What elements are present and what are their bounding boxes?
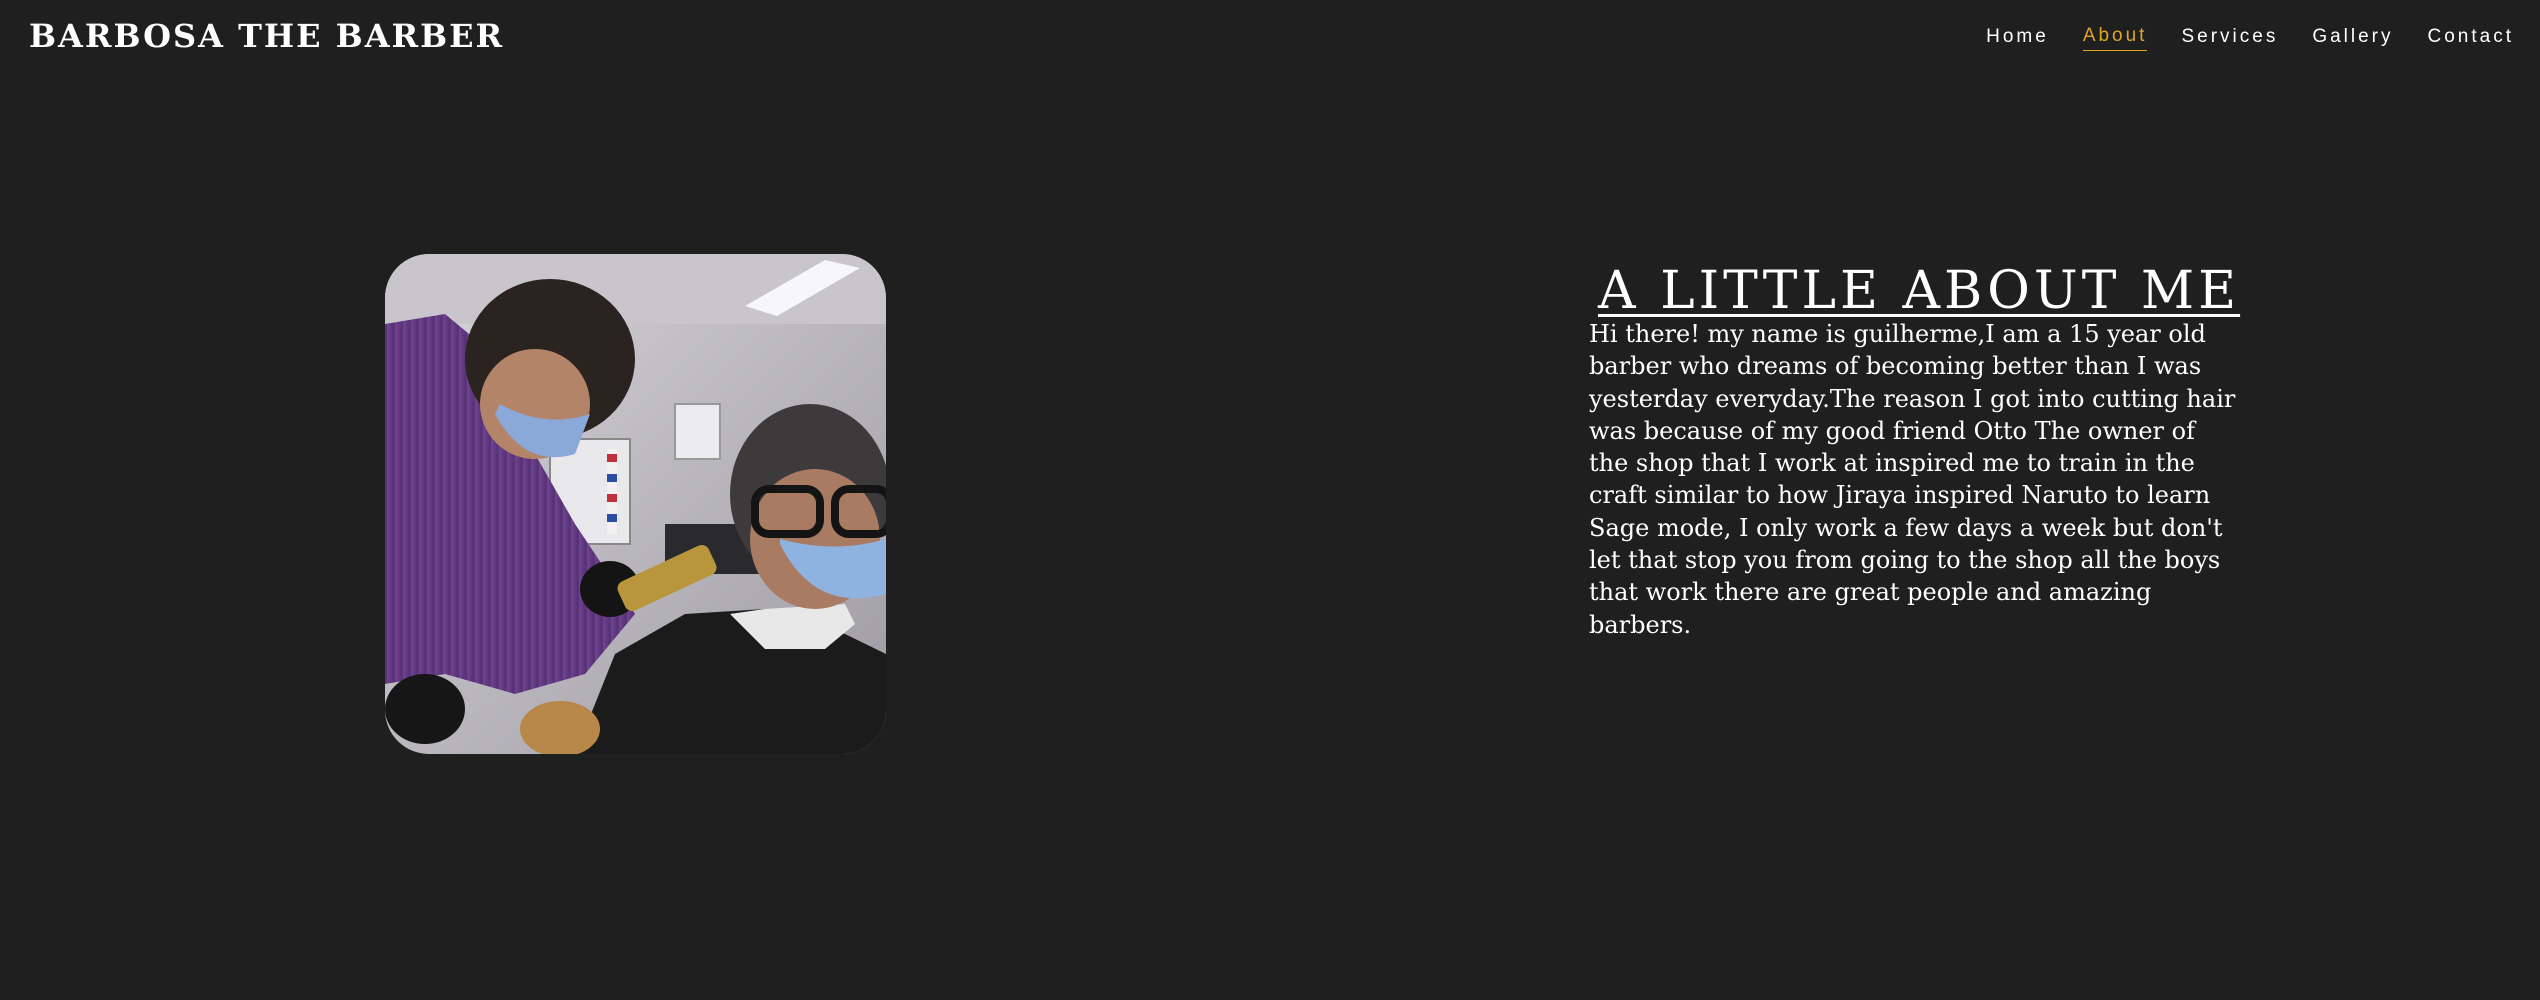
- nav-link-services[interactable]: Services: [2181, 23, 2278, 51]
- nav-link-gallery[interactable]: Gallery: [2312, 23, 2393, 51]
- nav-link-home[interactable]: Home: [1986, 23, 2049, 51]
- nav-link-about[interactable]: About: [2082, 22, 2148, 51]
- nav-link-contact[interactable]: Contact: [2428, 23, 2514, 51]
- about-title: A LITTLE ABOUT ME: [1598, 261, 2241, 321]
- barber-photo: [385, 254, 886, 754]
- brand-logo[interactable]: BARBOSA THE BARBER: [29, 14, 504, 58]
- main-nav: Home About Services Gallery Contact: [1986, 22, 2514, 51]
- about-text: Hi there! my name is guilherme,I am a 15…: [1589, 320, 2236, 639]
